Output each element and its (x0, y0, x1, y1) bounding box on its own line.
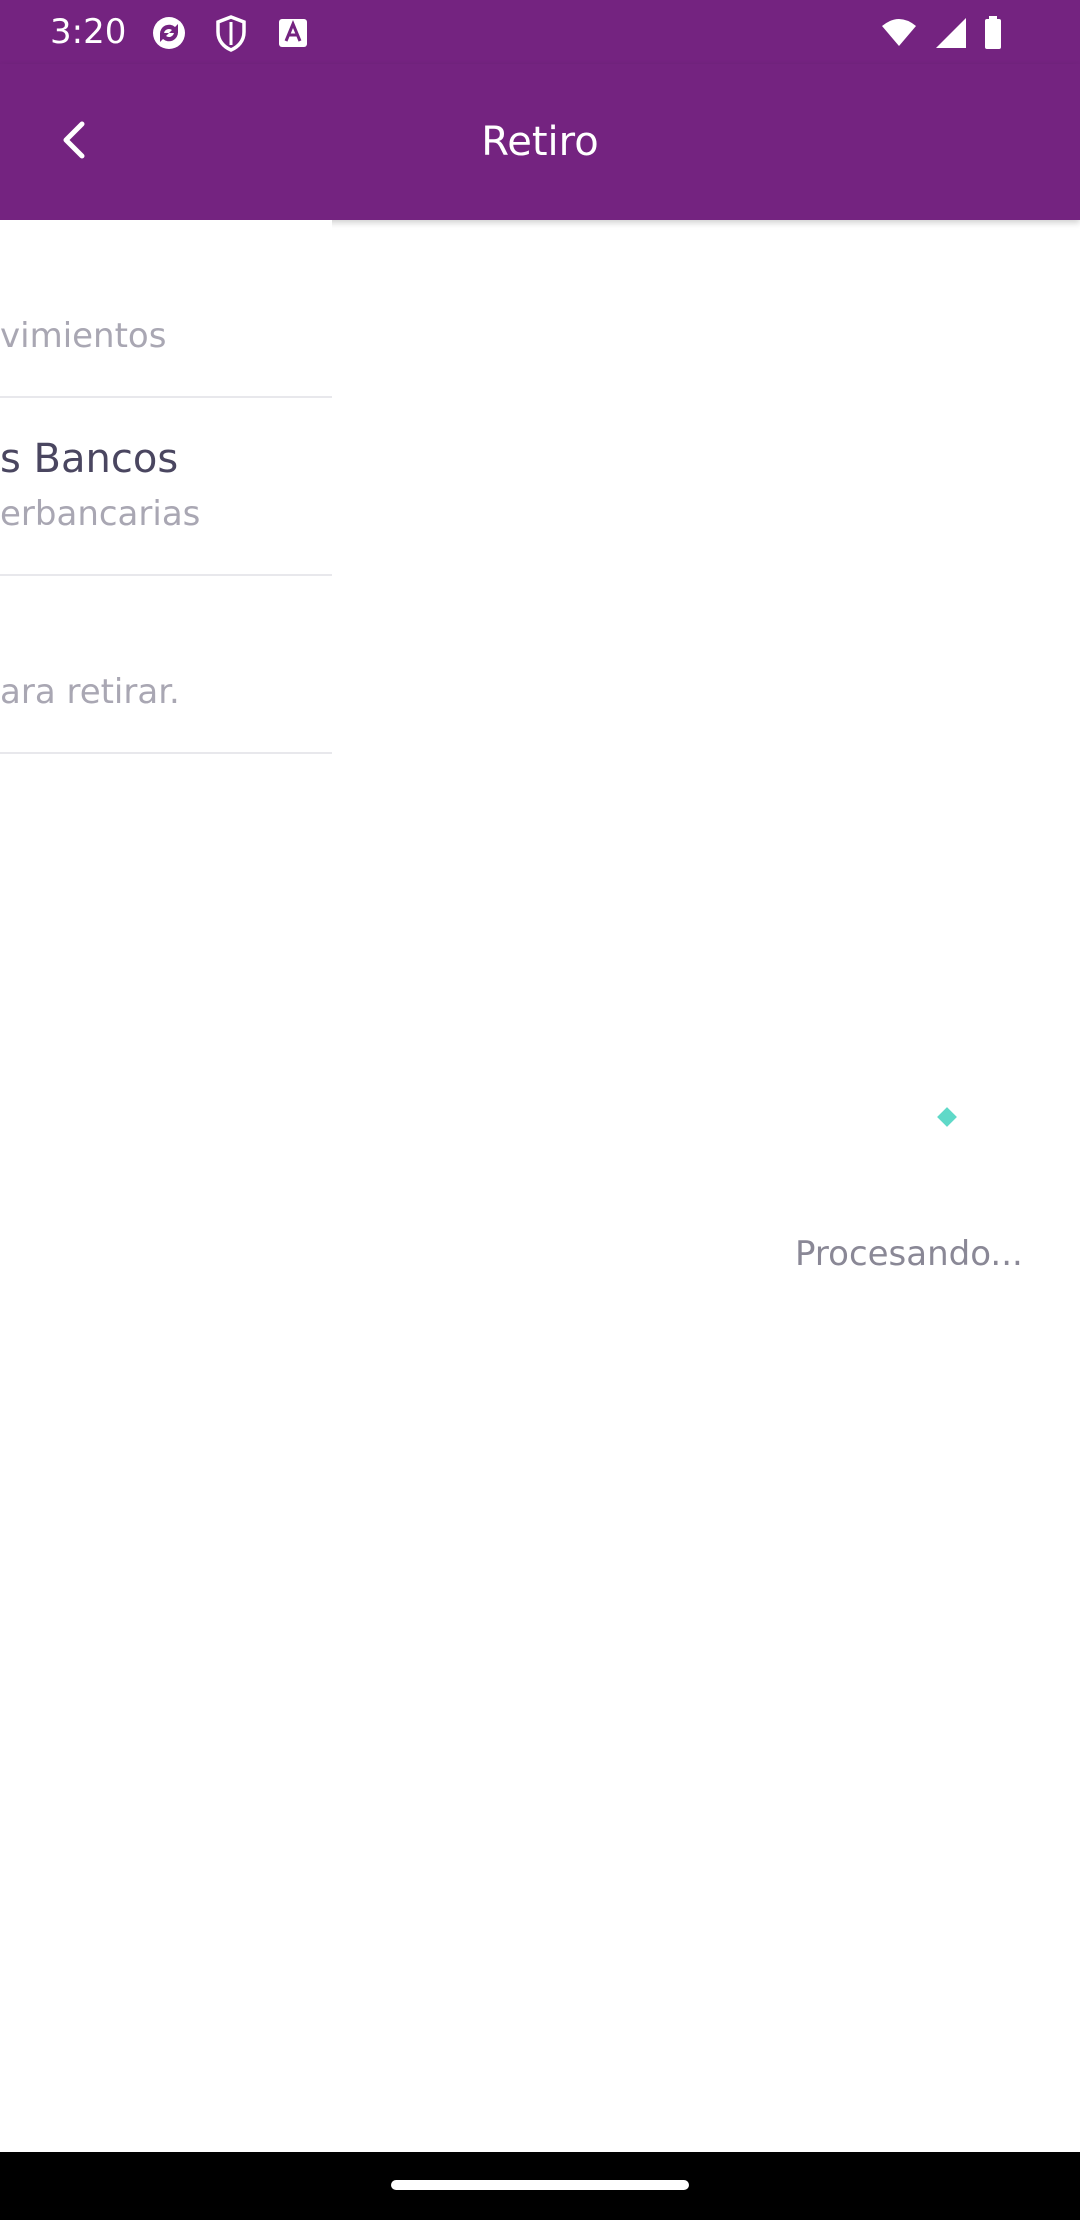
loading-spinner-icon (937, 1107, 957, 1127)
a-badge-icon (274, 14, 312, 52)
status-time: 3:20 (50, 12, 127, 52)
sync-app-icon (150, 14, 188, 52)
list-item-title: s Bancos (0, 436, 179, 482)
app-bar: Retiro (0, 64, 1080, 220)
status-bar: 3:20 (0, 0, 1080, 64)
list-item-subtitle: vimientos (0, 316, 167, 356)
shield-icon (212, 14, 250, 52)
page-title: Retiro (481, 119, 599, 165)
system-nav-bar (0, 2152, 1080, 2220)
list-item[interactable]: vimientos (0, 220, 332, 398)
list-item[interactable]: s Bancos erbancarias (0, 398, 332, 576)
cell-signal-icon (932, 14, 970, 52)
battery-icon (978, 14, 1016, 52)
list-item-subtitle: ara retirar. (0, 672, 180, 712)
list-item-subtitle: erbancarias (0, 494, 201, 534)
processing-label: Procesando... (795, 1234, 1023, 1274)
withdraw-options-list: vimientos s Bancos erbancarias ara retir… (0, 220, 332, 760)
home-indicator[interactable] (391, 2180, 689, 2190)
list-item[interactable]: ara retirar. (0, 576, 332, 754)
wifi-icon (880, 14, 918, 52)
